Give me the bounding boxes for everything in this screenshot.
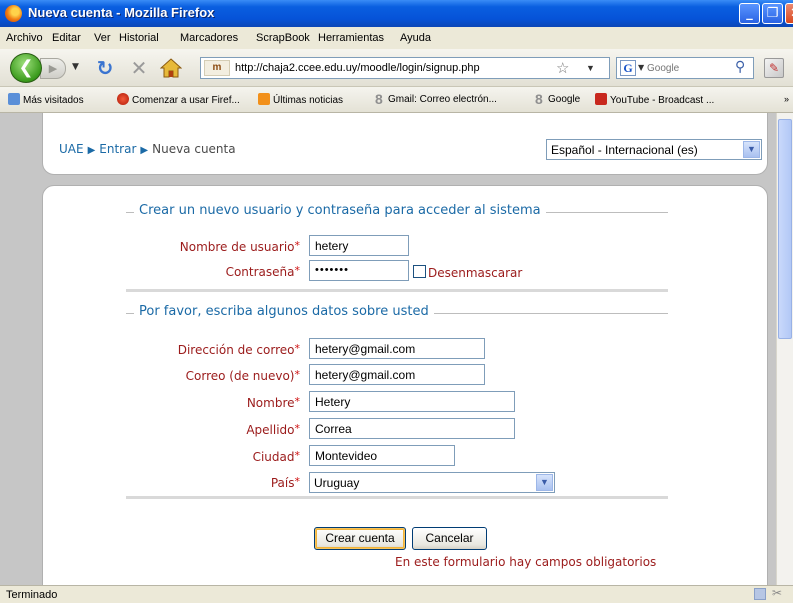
breadcrumb-arrow-icon: ▶ <box>87 145 96 156</box>
bookmark-star-icon[interactable]: ☆ <box>556 59 569 77</box>
youtube-icon <box>595 93 607 105</box>
status-addon-icon[interactable]: ✂ <box>772 586 782 600</box>
password-label: Contraseña* <box>225 264 301 279</box>
cancel-button[interactable]: Cancelar <box>412 527 487 550</box>
chevron-down-icon[interactable]: ▼ <box>743 141 760 158</box>
bookmark-google[interactable]: 8 Google <box>535 91 580 107</box>
email-confirm-field[interactable]: hetery@gmail.com <box>309 364 485 385</box>
search-engine-dropdown-icon[interactable]: ▼ <box>638 63 644 72</box>
status-bar: Terminado ✂ <box>0 585 793 603</box>
language-selected: Español - Internacional (es) <box>551 143 698 157</box>
required-mark: * <box>294 449 301 462</box>
firefox-icon <box>5 5 22 22</box>
menu-editar[interactable]: Editar <box>52 32 81 44</box>
status-page-icon[interactable] <box>754 588 766 600</box>
password-input[interactable]: ••••••• <box>309 260 409 281</box>
stop-icon[interactable]: ✕ <box>128 57 150 79</box>
search-input[interactable] <box>647 60 717 76</box>
email-label: Dirección de correo* <box>177 342 301 357</box>
required-mark: * <box>294 342 301 355</box>
menu-ver[interactable]: Ver <box>94 32 111 44</box>
menu-marcadores[interactable]: Marcadores <box>180 32 238 44</box>
unmask-label[interactable]: Desenmascarar <box>428 266 522 280</box>
bookmark-comenzar[interactable]: Comenzar a usar Firef... <box>117 93 240 106</box>
country-label: País* <box>270 475 301 490</box>
google-bookmark-icon: 8 <box>375 91 383 107</box>
firstname-label: Nombre* <box>246 395 301 410</box>
menu-scrapbook[interactable]: ScrapBook <box>256 32 310 44</box>
status-text: Terminado <box>6 589 58 601</box>
close-window-button[interactable]: ✕ <box>785 3 793 24</box>
window-title: Nueva cuenta - Mozilla Firefox <box>28 5 215 20</box>
required-mark: * <box>294 475 301 488</box>
bookmark-gmail[interactable]: 8 Gmail: Correo electrón... <box>375 91 497 107</box>
menu-archivo[interactable]: Archivo <box>6 32 43 44</box>
search-box[interactable]: G ▼ ⚲ <box>616 57 754 79</box>
breadcrumb-current: Nueva cuenta <box>152 142 236 156</box>
breadcrumb-arrow-icon: ▶ <box>140 145 149 156</box>
menu-herramientas[interactable]: Herramientas <box>318 32 384 44</box>
lastname-label: Apellido* <box>246 422 301 437</box>
language-select[interactable]: Español - Internacional (es) ▼ <box>546 139 762 160</box>
bookmark-youtube[interactable]: YouTube - Broadcast ... <box>595 93 714 106</box>
minimize-button[interactable]: _ <box>739 3 760 24</box>
folder-icon <box>8 93 20 105</box>
chevron-down-icon[interactable]: ▼ <box>536 474 553 491</box>
url-text: http://chaja2.ccee.edu.uy/moodle/login/s… <box>235 62 480 74</box>
menu-bar: Archivo Editar Ver Historial Marcadores … <box>0 27 793 49</box>
home-icon[interactable] <box>159 58 183 78</box>
menu-historial[interactable]: Historial <box>119 32 159 44</box>
required-mark: * <box>294 264 301 277</box>
firstname-field[interactable]: Hetery <box>309 391 515 412</box>
site-identity-icon[interactable]: m <box>204 60 230 76</box>
addon-icon[interactable]: ✎ <box>764 58 784 78</box>
search-engine-icon[interactable]: G <box>620 60 636 76</box>
username-input[interactable]: hetery <box>309 235 409 256</box>
country-select[interactable]: Uruguay ▼ <box>309 472 555 493</box>
firefox-bookmark-icon <box>117 93 129 105</box>
unmask-checkbox[interactable] <box>413 265 426 278</box>
vertical-scrollbar[interactable] <box>776 113 793 585</box>
scrollbar-thumb[interactable] <box>778 119 792 339</box>
address-bar[interactable]: m http://chaja2.ccee.edu.uy/moodle/login… <box>200 57 610 79</box>
bookmark-mas-visitados[interactable]: Más visitados <box>8 93 84 106</box>
history-dropdown-icon[interactable]: ▼ <box>72 62 79 72</box>
breadcrumb: UAE ▶ Entrar ▶ Nueva cuenta <box>59 142 236 156</box>
required-fields-note: En este formulario hay campos obligatori… <box>395 555 657 569</box>
required-mark: * <box>294 395 301 408</box>
email-field[interactable]: hetery@gmail.com <box>309 338 485 359</box>
url-dropdown-icon[interactable]: ▼ <box>586 63 595 73</box>
reload-icon[interactable]: ↻ <box>94 57 116 79</box>
lastname-field[interactable]: Correa <box>309 418 515 439</box>
menu-ayuda[interactable]: Ayuda <box>400 32 431 44</box>
page-content: UAE ▶ Entrar ▶ Nueva cuenta Español - Intern… <box>0 113 793 585</box>
maximize-button[interactable]: ❐ <box>762 3 783 24</box>
city-label: Ciudad* <box>252 449 301 464</box>
country-selected: Uruguay <box>314 476 360 490</box>
profile-legend: Por favor, escriba algunos datos sobre u… <box>134 304 434 319</box>
username-label: Nombre de usuario* <box>179 239 301 254</box>
breadcrumb-home-link[interactable]: UAE <box>59 142 84 156</box>
required-mark: * <box>294 422 301 435</box>
required-mark: * <box>294 239 301 252</box>
create-account-button[interactable]: Crear cuenta <box>314 527 406 550</box>
email-confirm-label: Correo (de nuevo)* <box>185 368 301 383</box>
account-legend: Crear un nuevo usuario y contraseña para… <box>134 203 546 218</box>
bookmarks-overflow-icon[interactable]: » <box>784 94 789 104</box>
back-button[interactable]: ❮ <box>10 53 42 83</box>
forward-button[interactable]: ▶ <box>40 58 66 79</box>
breadcrumb-login-link[interactable]: Entrar <box>99 142 136 156</box>
city-field[interactable]: Montevideo <box>309 445 455 466</box>
required-mark: * <box>294 368 301 381</box>
navigation-toolbar: ▶ ❮ ▼ ↻ ✕ m http://chaja2.ccee.edu.uy/mo… <box>0 49 793 87</box>
bookmarks-toolbar: Más visitados Comenzar a usar Firef... Ú… <box>0 87 793 113</box>
bookmark-ultimas-noticias[interactable]: Últimas noticias <box>258 93 343 106</box>
rss-icon <box>258 93 270 105</box>
window-titlebar: Nueva cuenta - Mozilla Firefox _ ❐ ✕ <box>0 0 793 27</box>
search-icon[interactable]: ⚲ <box>735 59 745 75</box>
google-bookmark-icon: 8 <box>535 91 543 107</box>
